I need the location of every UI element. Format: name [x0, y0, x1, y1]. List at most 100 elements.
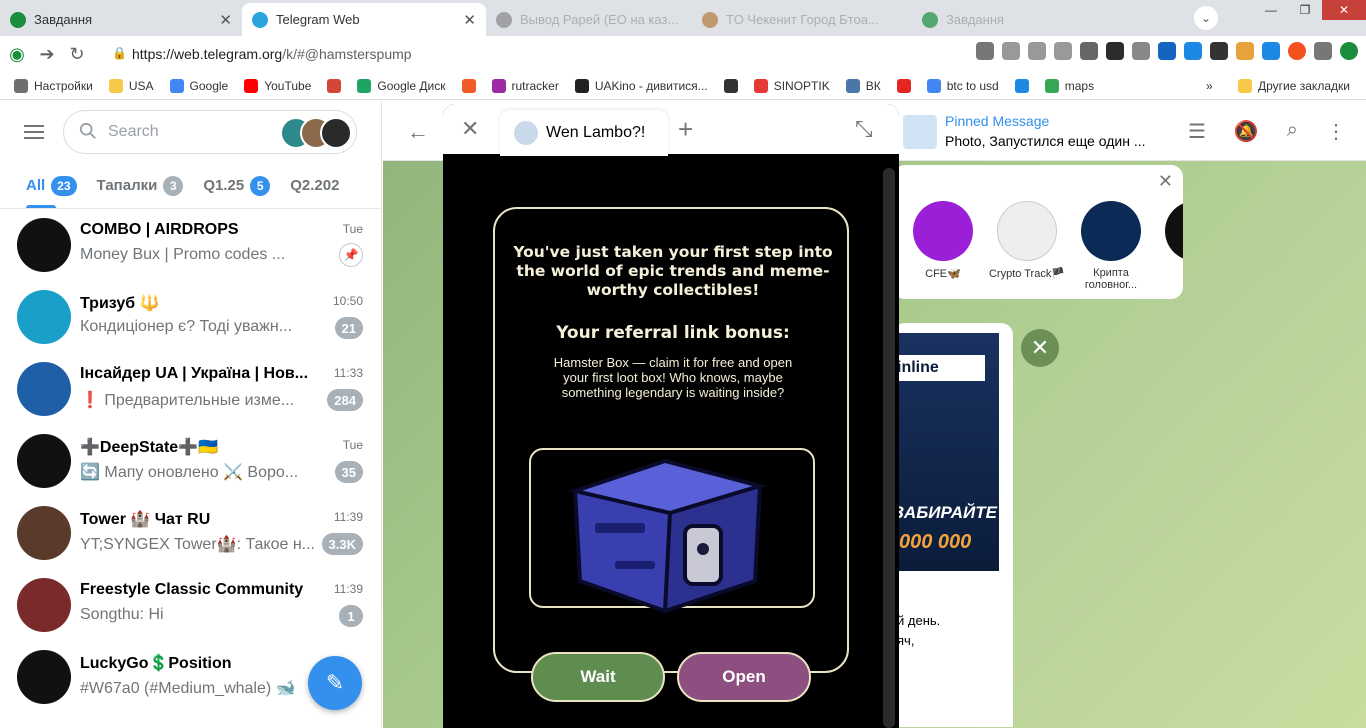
bookmarks-bar: Настройки USA Google YouTube Google Диск…: [0, 72, 1366, 100]
minimize-icon[interactable]: —: [1254, 0, 1288, 20]
p-icon: [1014, 78, 1029, 93]
close-icon[interactable]: ✕: [461, 116, 479, 142]
browser-toolbar: ◉ ➔ ↻ 🔒 https://web.telegram.org/k/#@ham…: [0, 36, 1366, 72]
avatar: [17, 218, 71, 272]
close-tab-icon[interactable]: ✕: [463, 11, 476, 29]
active-folder-indicator: [26, 205, 56, 208]
rec-channel-al[interactable]: Al: [1155, 201, 1183, 279]
gmail-icon: [327, 78, 342, 93]
vk-icon: [845, 78, 860, 93]
extension-icon[interactable]: [1210, 42, 1228, 60]
dropdown-icon[interactable]: [976, 42, 994, 60]
more-bookmarks[interactable]: »: [1206, 79, 1213, 93]
ublock-icon[interactable]: [1106, 42, 1124, 60]
chat-item-tryzub[interactable]: Тризуб 🔱 10:50 Кондиціонер є? Тоді уважн…: [0, 281, 381, 353]
avatar: [997, 201, 1057, 261]
bookmark-maps[interactable]: maps: [1044, 78, 1094, 93]
share-icon[interactable]: [1028, 42, 1046, 60]
tab-search-icon[interactable]: ⌄: [1194, 6, 1218, 30]
google-icon: [926, 78, 941, 93]
chat-sidebar: Search All 23 Тапалки 3 Q1.25 5 Q2.202 COMB…: [0, 101, 382, 728]
bookmark-sinoptik[interactable]: SINOPTIK: [753, 78, 830, 93]
browser-tab-5[interactable]: Завдання: [912, 3, 1112, 36]
bookmark-yandex[interactable]: [896, 78, 911, 93]
mute-icon[interactable]: 🔕: [1234, 119, 1259, 144]
bookmark-gmail[interactable]: [327, 78, 342, 93]
ad-image[interactable]: inline ЗАБИРАЙТЕ 000 000: [893, 333, 999, 571]
other-bookmarks[interactable]: Другие закладки: [1238, 78, 1350, 93]
bookmark-youtube[interactable]: YouTube: [244, 78, 311, 93]
profile-icon[interactable]: [1288, 42, 1306, 60]
reload-icon[interactable]: ↻: [64, 44, 90, 65]
back-icon[interactable]: ◉: [4, 44, 30, 65]
pin-icon: 📌: [339, 243, 363, 267]
header-actions: ☰ 🔕 ⌕ ⋮: [1188, 119, 1346, 144]
menu-icon[interactable]: [24, 125, 44, 139]
bookmark-btc[interactable]: btc to usd: [926, 78, 999, 93]
bookmark-google[interactable]: Google: [169, 78, 228, 93]
chat-item-tower[interactable]: Tower 🏰 Чат RU 11:39 YT;SYNGEX Tower🏰: Т…: [0, 497, 381, 569]
extension-icon[interactable]: [1132, 42, 1150, 60]
hamster-box-image: [567, 458, 768, 614]
folder-tab-all[interactable]: All 23: [26, 175, 77, 196]
open-button[interactable]: Open: [677, 652, 811, 702]
wait-button[interactable]: Wait: [531, 652, 665, 702]
bookmark-f[interactable]: [461, 78, 476, 93]
webapp-tab[interactable]: Wen Lambo?!: [500, 110, 668, 156]
account-avatar[interactable]: [1340, 42, 1358, 60]
install-icon[interactable]: [1002, 42, 1020, 60]
forward-icon[interactable]: ➔: [34, 44, 60, 65]
browser-tab-4[interactable]: TO Чекенит Город Бтоа...: [692, 3, 912, 36]
chat-item-freestyle[interactable]: Freestyle Classic Community 11:39 Songth…: [0, 569, 381, 641]
puzzle-icon[interactable]: [1314, 42, 1332, 60]
browser-tab-tasks[interactable]: Завдання ✕: [0, 3, 242, 36]
new-message-button[interactable]: ✎: [308, 656, 362, 710]
browser-tab-3[interactable]: Вывод Рарей (ЕО на каз...: [486, 3, 692, 36]
folder-tab-q1[interactable]: Q1.25 5: [203, 175, 271, 196]
close-ad-button[interactable]: ✕: [1021, 329, 1059, 367]
bookmark-vk[interactable]: ВК: [845, 78, 881, 93]
page-icon: [702, 11, 718, 28]
window-close-icon[interactable]: ✕: [1322, 0, 1366, 20]
bookmark-chess[interactable]: [723, 78, 738, 93]
add-tab-icon[interactable]: +: [678, 114, 693, 145]
lock-icon[interactable]: 🔒: [112, 46, 127, 60]
download-helper-icon[interactable]: [1184, 42, 1202, 60]
downloads-icon[interactable]: [1262, 42, 1280, 60]
scrollbar[interactable]: [883, 168, 895, 728]
folder-tab-q2[interactable]: Q2.202: [290, 177, 339, 194]
collapse-icon[interactable]: ⤡: [855, 116, 873, 142]
bookmark-star-icon[interactable]: [1054, 42, 1072, 60]
bookmark-settings[interactable]: Настройки: [14, 78, 93, 93]
chat-item-deepstate[interactable]: ➕DeepState➕🇺🇦 Tue 🔄 Мапу оновлено ⚔️ Вор…: [0, 425, 381, 497]
rec-channel-crypto-track[interactable]: Crypto Track🏴: [987, 201, 1067, 280]
back-arrow-icon[interactable]: ←: [407, 119, 429, 145]
close-tab-icon[interactable]: ✕: [219, 11, 232, 29]
address-bar[interactable]: 🔒 https://web.telegram.org/k/#@hamstersp…: [104, 40, 964, 68]
bookmark-uakino[interactable]: UAKino - дивитися...: [574, 78, 708, 93]
bookmark-usa[interactable]: USA: [108, 78, 154, 93]
rec-channel-kripta[interactable]: Крипта головног...: [1071, 201, 1151, 291]
globe-icon[interactable]: [1080, 42, 1098, 60]
search-icon: [79, 122, 96, 139]
folder-tabs: All 23 Тапалки 3 Q1.25 5 Q2.202: [0, 163, 381, 209]
pinned-message[interactable]: Pinned Message Photo, Запустился еще оди…: [903, 113, 1145, 153]
avatar: [17, 650, 71, 704]
folder-tab-tapalki[interactable]: Тапалки 3: [97, 175, 184, 196]
bookmark-p[interactable]: [1014, 78, 1029, 93]
chat-item-insider[interactable]: Інсайдер UA | Україна | Нов... 11:33 ❗ П…: [0, 353, 381, 425]
bookmark-google-drive[interactable]: Google Диск: [357, 78, 446, 93]
rec-channel-cfe[interactable]: CFE🦋: [903, 201, 983, 280]
extension-icon[interactable]: [1236, 42, 1254, 60]
vpn-icon[interactable]: [1158, 42, 1176, 60]
chat-item-combo[interactable]: COMBO | AIRDROPS Tue Money Bux | Promo c…: [0, 209, 381, 281]
close-icon[interactable]: ✕: [1158, 171, 1173, 192]
maximize-icon[interactable]: ❐: [1288, 0, 1322, 20]
bookmark-rutracker[interactable]: rutracker: [491, 78, 559, 93]
browser-tab-telegram[interactable]: Telegram Web ✕: [242, 3, 486, 36]
more-icon[interactable]: ⋮: [1326, 119, 1346, 144]
story-avatars[interactable]: [280, 117, 352, 149]
search-icon[interactable]: ⌕: [1287, 119, 1298, 144]
pinned-list-icon[interactable]: ☰: [1188, 119, 1206, 144]
search-input[interactable]: Search: [63, 110, 357, 154]
